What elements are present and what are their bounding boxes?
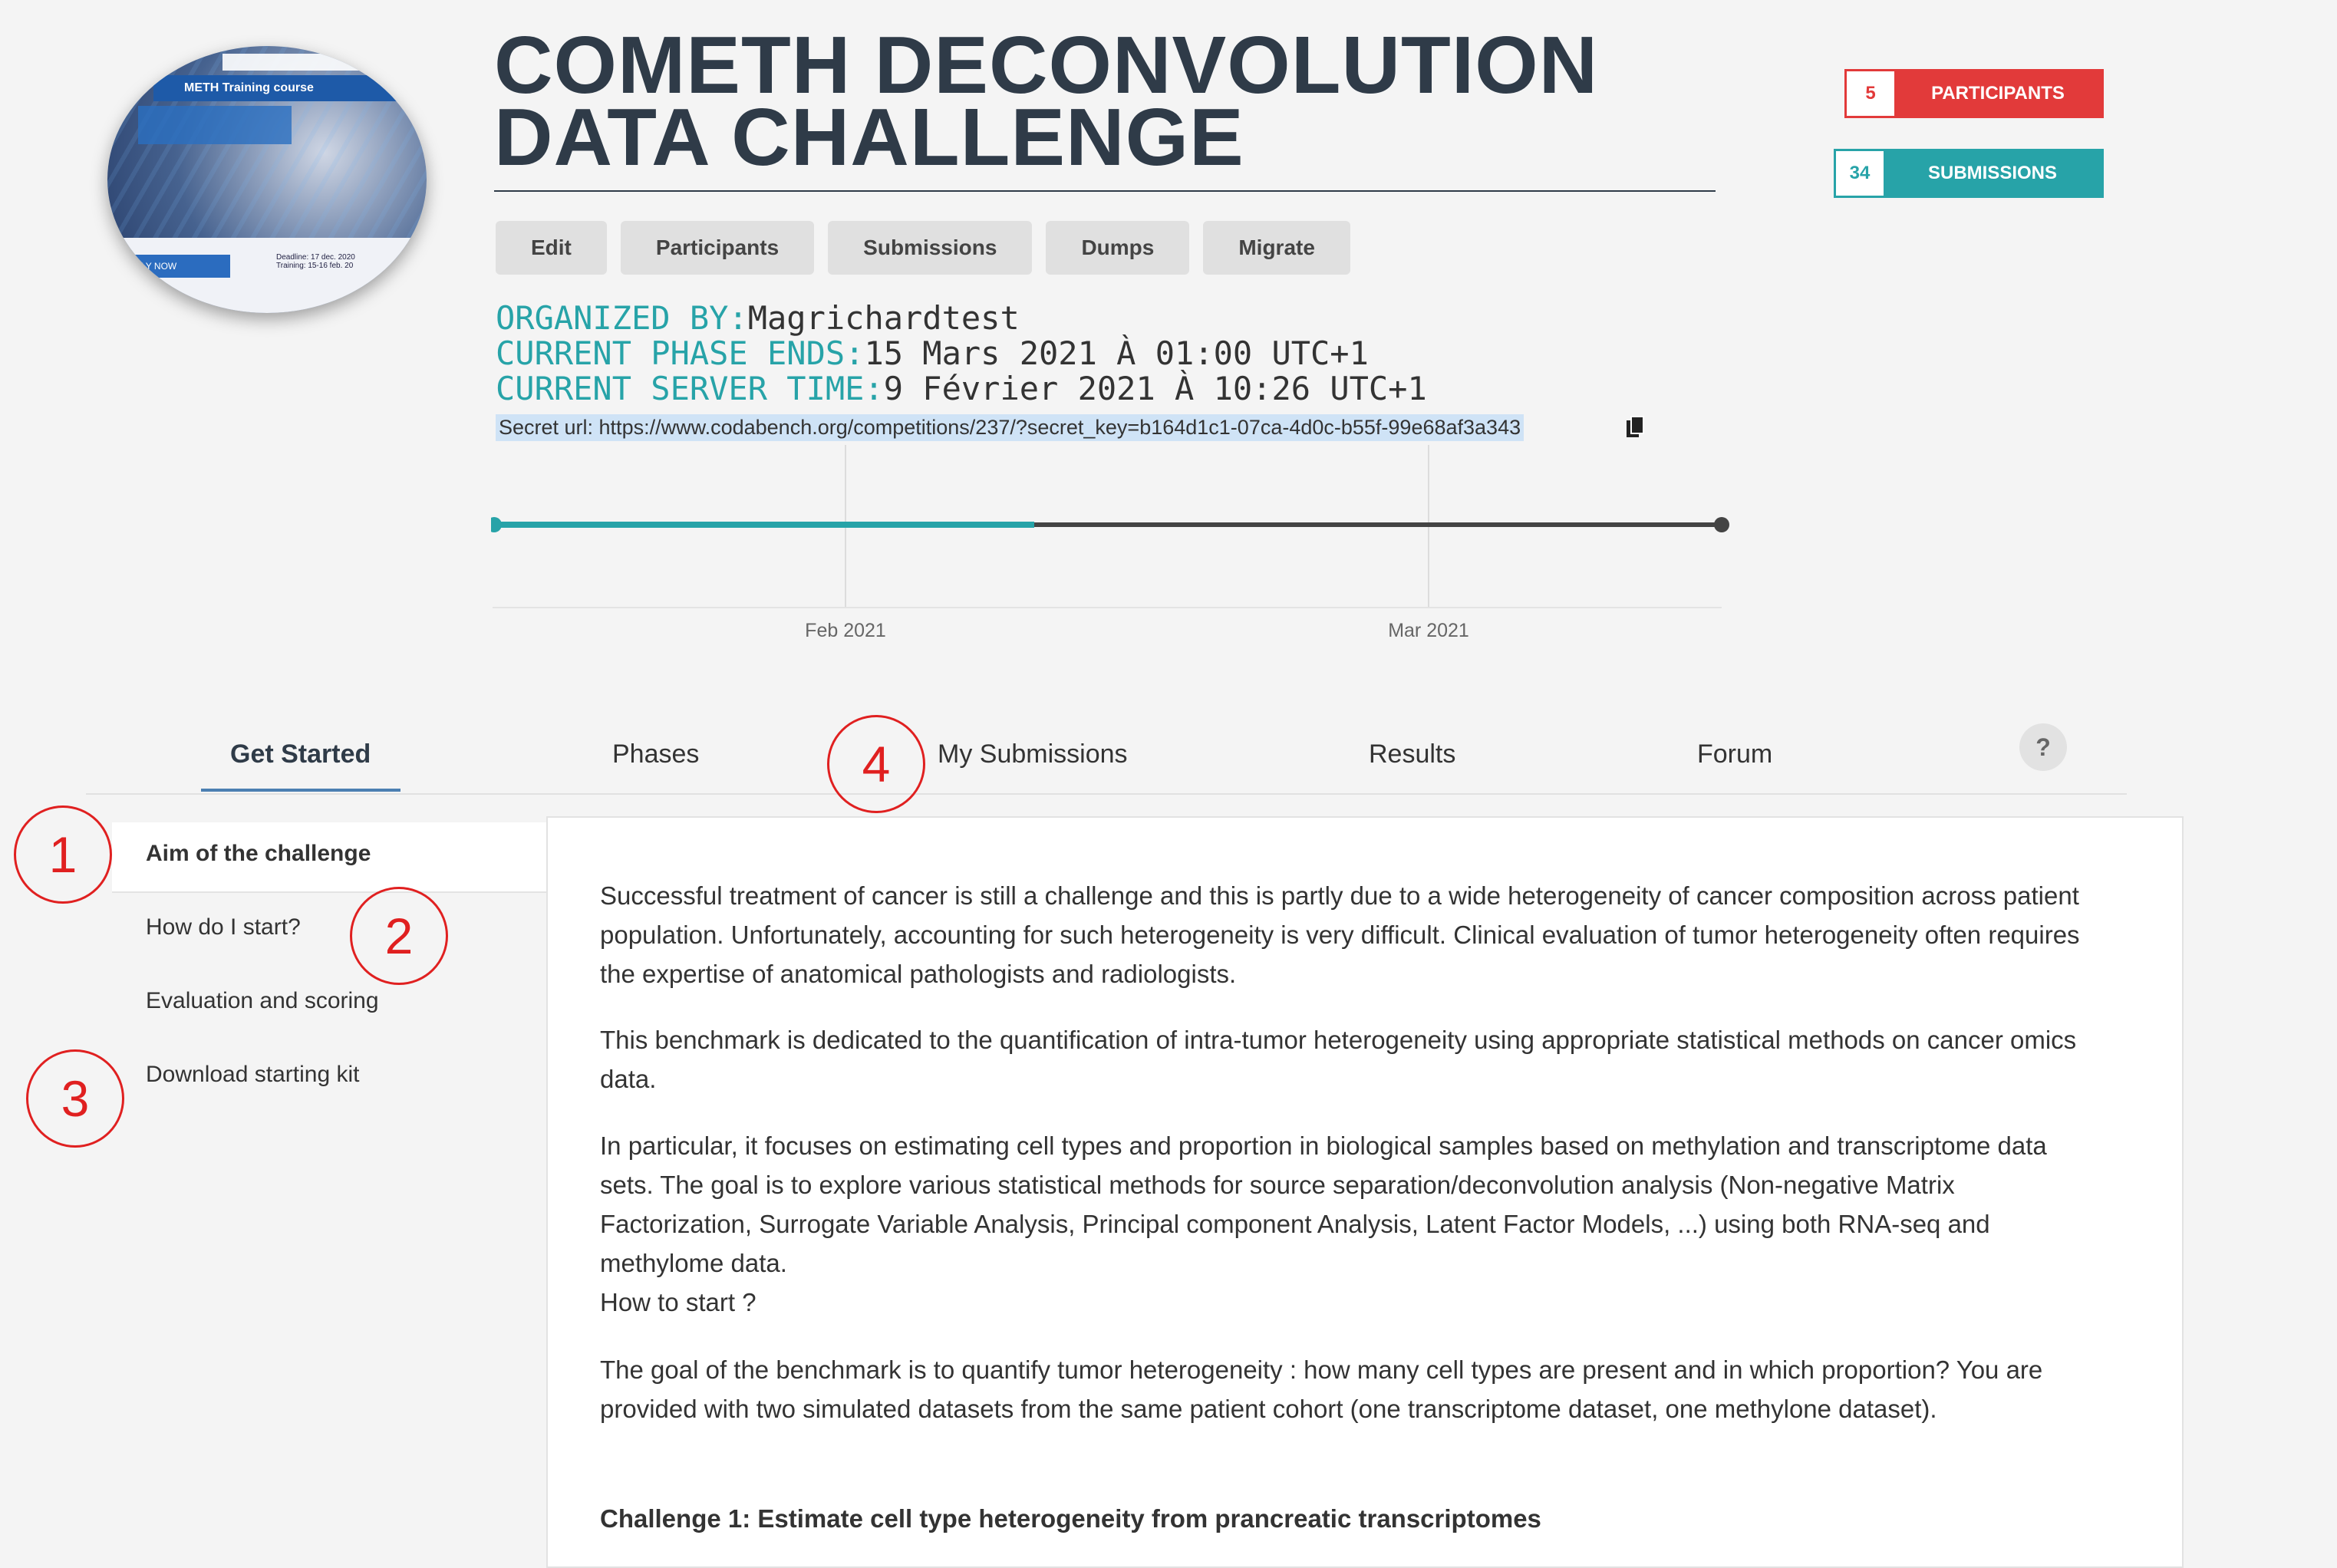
competition-logo: METH Training course PPLY NOW Deadline: …: [107, 46, 427, 313]
phase-ends: CURRENT PHASE ENDS:15 Mars 2021 À 01:00 …: [496, 336, 1369, 371]
phase-ends-value: 15 Mars 2021 À 01:00 UTC+1: [864, 334, 1369, 372]
dumps-button[interactable]: Dumps: [1046, 221, 1190, 275]
submissions-label: SUBMISSIONS: [1884, 151, 2101, 196]
content-paragraph-2: This benchmark is dedicated to the quant…: [600, 1026, 2077, 1093]
logo-apply: PPLY NOW: [107, 255, 230, 278]
page-title: COMETH DECONVOLUTION DATA CHALLENGE: [494, 25, 1598, 178]
logo-banner-text: METH Training course: [184, 81, 314, 94]
logo-dates: Deadline: 17 dec. 2020 Training: 15-16 fe…: [276, 253, 355, 270]
logo-footer: PPLY NOW Deadline: 17 dec. 2020 Training:…: [107, 238, 427, 313]
tab-my-submissions[interactable]: My Submissions: [938, 740, 1128, 769]
logo-partner-icons: [222, 54, 368, 71]
edit-button[interactable]: Edit: [496, 221, 607, 275]
submissions-count: 34: [1836, 151, 1884, 196]
tab-results[interactable]: Results: [1369, 740, 1455, 769]
tick-feb: Feb 2021: [805, 620, 886, 641]
participants-label: PARTICIPANTS: [1894, 71, 2101, 116]
server-time: CURRENT SERVER TIME:9 Février 2021 À 10:…: [496, 371, 1427, 407]
migrate-button[interactable]: Migrate: [1203, 221, 1350, 275]
participants-button[interactable]: Participants: [620, 221, 815, 275]
annotation-marker-2: 2: [350, 887, 448, 985]
sidebar-item-aim[interactable]: Aim of the challenge: [146, 841, 371, 867]
help-button[interactable]: ?: [2019, 723, 2067, 771]
tab-forum[interactable]: Forum: [1697, 740, 1772, 769]
content-challenge-1-heading: Challenge 1: Estimate cell type heteroge…: [600, 1504, 1541, 1533]
sidebar-item-how-to-start[interactable]: How do I start?: [146, 914, 301, 940]
logo-subtitle-box: [138, 106, 292, 144]
content-paragraph-4: The goal of the benchmark is to quantify…: [600, 1356, 2043, 1423]
content-how-to-start: How to start ?: [600, 1288, 756, 1316]
participants-counter-button[interactable]: 5 PARTICIPANTS: [1844, 69, 2104, 118]
sidebar-item-starting-kit[interactable]: Download starting kit: [146, 1062, 359, 1088]
sidebar-item-evaluation[interactable]: Evaluation and scoring: [146, 988, 379, 1014]
server-time-label: CURRENT SERVER TIME:: [496, 370, 884, 407]
copy-icon[interactable]: [1625, 416, 1645, 439]
logo-banner: METH Training course: [153, 75, 407, 101]
annotation-marker-4: 4: [827, 715, 925, 813]
admin-toolbar: Edit Participants Submissions Dumps Migr…: [496, 221, 1350, 275]
server-time-value: 9 Février 2021 À 10:26 UTC+1: [883, 370, 1427, 407]
annotation-marker-3: 3: [26, 1049, 124, 1148]
tab-phases[interactable]: Phases: [612, 740, 699, 769]
organized-by: ORGANIZED BY:Magrichardtest: [496, 301, 1020, 336]
tick-mar: Mar 2021: [1388, 620, 1469, 641]
tab-get-started[interactable]: Get Started: [230, 740, 371, 769]
annotation-marker-1: 1: [14, 805, 112, 904]
title-line-2: DATA CHALLENGE: [494, 92, 1244, 183]
phase-timeline: Feb 2021 Mar 2021: [491, 445, 1729, 641]
content-paragraph-3: In particular, it focuses on estimating …: [600, 1132, 2047, 1277]
timeline-end-dot: [1714, 517, 1729, 532]
submissions-button[interactable]: Submissions: [828, 221, 1033, 275]
title-divider: [494, 190, 1716, 192]
active-tab-underline: [201, 789, 400, 792]
participants-count: 5: [1847, 71, 1894, 116]
organizer-name: Magrichardtest: [747, 299, 1020, 337]
content-paragraph-1: Successful treatment of cancer is still …: [600, 881, 2080, 988]
organized-by-label: ORGANIZED BY:: [496, 299, 748, 337]
main-tabs: Get Started Phases My Submissions Result…: [86, 724, 2127, 795]
timeline-start-dot: [491, 517, 502, 532]
submissions-counter-button[interactable]: 34 SUBMISSIONS: [1834, 149, 2104, 198]
phase-ends-label: CURRENT PHASE ENDS:: [496, 334, 865, 372]
